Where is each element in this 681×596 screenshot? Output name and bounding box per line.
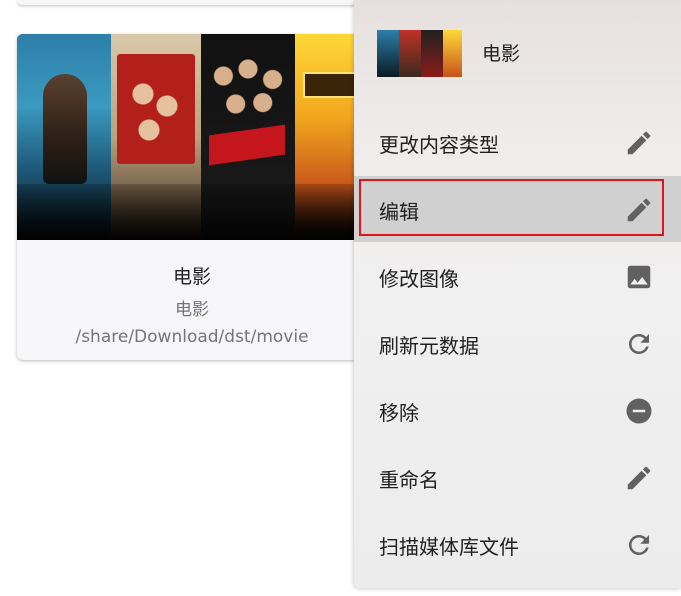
menu-item-edit[interactable]: 编辑 (354, 176, 681, 242)
screen: 电影 电影 /share/Download/dst/movie 电影 更改内容类… (0, 0, 681, 596)
menu-item-label: 修改图像 (379, 267, 459, 291)
context-menu-header: 电影 (354, 0, 681, 104)
menu-header-title: 电影 (482, 43, 521, 65)
refresh-icon (628, 333, 649, 354)
highlight-box (359, 179, 664, 236)
menu-item-rename[interactable]: 重命名 (354, 444, 681, 510)
library-card[interactable]: 电影 电影 /share/Download/dst/movie (17, 34, 367, 360)
remove-circle-icon (626, 398, 652, 424)
menu-item-edit-images[interactable]: 修改图像 (354, 243, 681, 309)
previous-card-edge (17, 0, 367, 5)
menu-item-label: 刷新元数据 (379, 334, 479, 358)
menu-item-refresh-metadata[interactable]: 刷新元数据 (354, 310, 681, 376)
menu-item-label: 更改内容类型 (379, 133, 499, 157)
menu-item-remove[interactable]: 移除 (354, 377, 681, 443)
image-icon (627, 265, 651, 289)
menu-item-label: 扫描媒体库文件 (379, 535, 519, 559)
menu-item-scan-library-files[interactable]: 扫描媒体库文件 (354, 511, 681, 577)
menu-item-change-content-type[interactable]: 更改内容类型 (354, 109, 681, 175)
library-card-title[interactable]: 电影 (17, 262, 367, 289)
pencil-icon (627, 131, 651, 155)
poster-reflection (17, 184, 367, 240)
pencil-icon (627, 466, 651, 490)
refresh-icon (628, 535, 649, 555)
library-card-path: /share/Download/dst/movie (75, 327, 309, 347)
menu-item-label: 移除 (379, 401, 419, 425)
menu-thumbnail (377, 30, 462, 77)
library-card-subtitle: 电影 (175, 300, 209, 320)
library-card-image[interactable] (17, 34, 367, 240)
context-menu: 电影 更改内容类型 编辑 修改图像 刷新元数据 移除 重命名 扫描媒体库文件 (354, 0, 681, 588)
menu-item-label: 重命名 (379, 468, 439, 492)
